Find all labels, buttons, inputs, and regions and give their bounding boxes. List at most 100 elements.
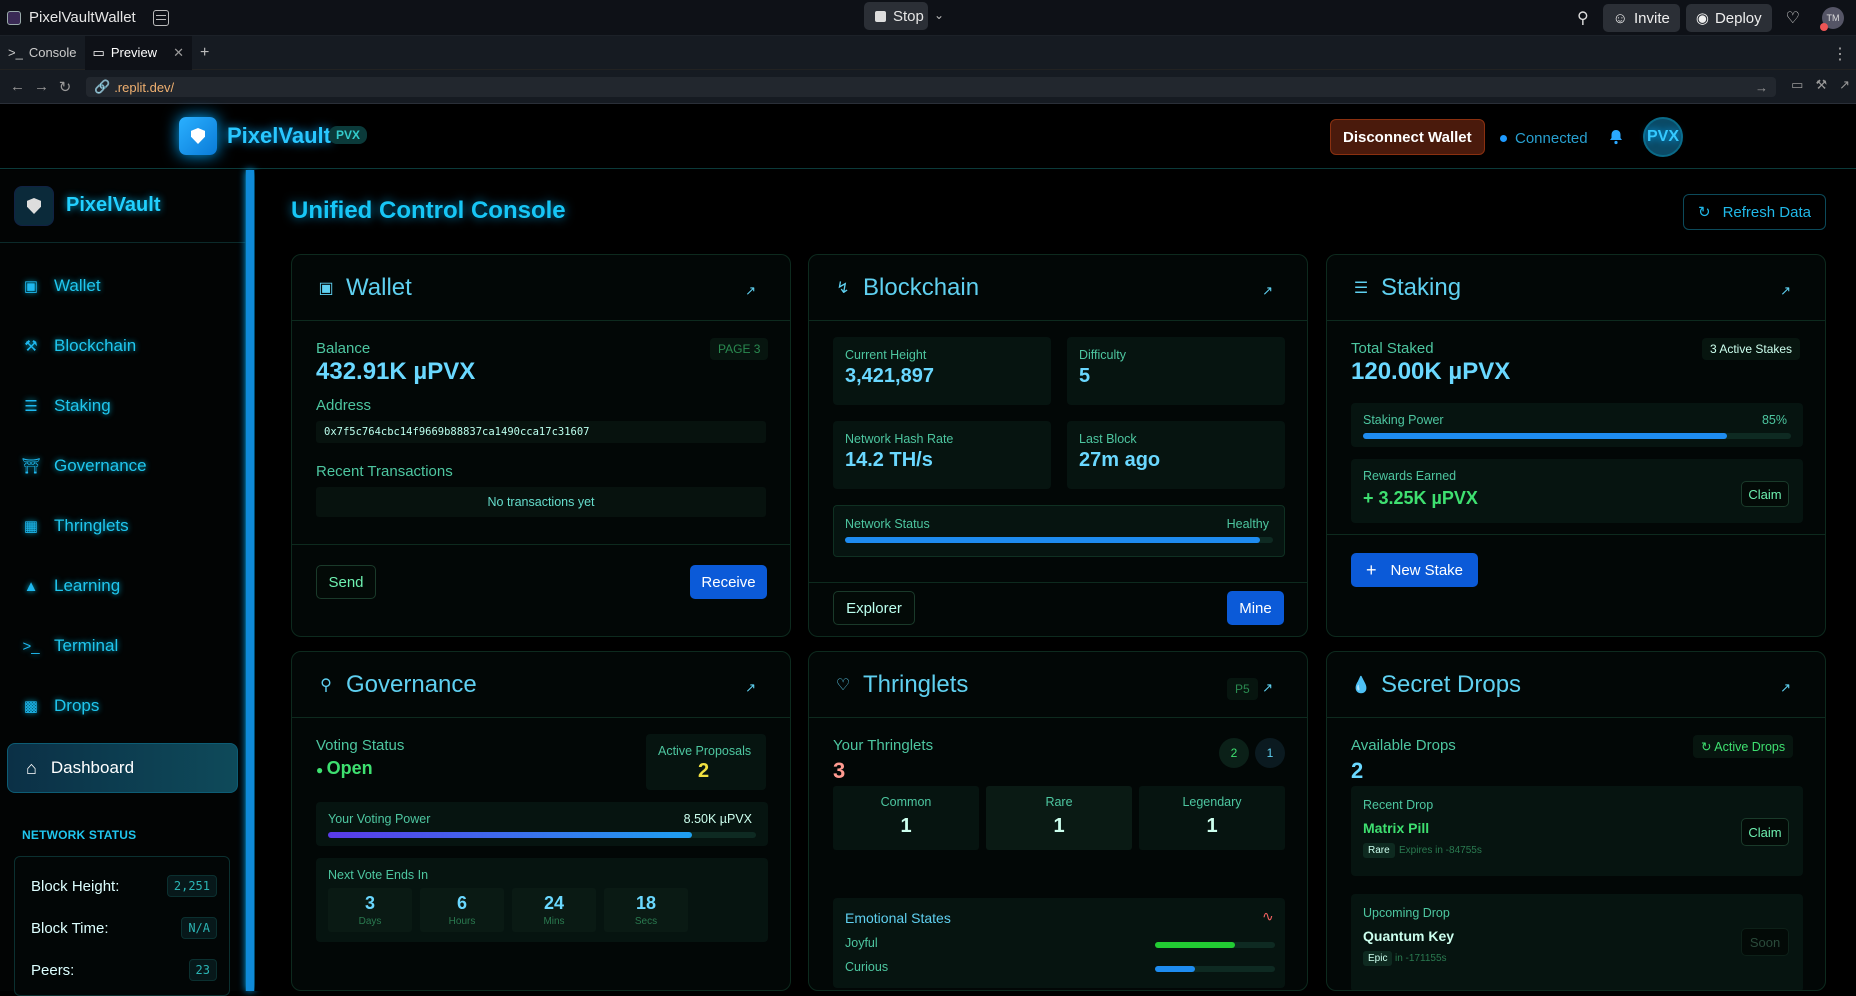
network-status-bar <box>845 537 1273 543</box>
balance-value: 432.91K µPVX <box>316 358 476 385</box>
sidebar-item-learning[interactable]: ▲ Learning <box>22 566 121 606</box>
more-vertical-icon[interactable]: ⋮ <box>1832 44 1848 64</box>
open-arrow-icon[interactable]: ↗ <box>1262 283 1273 299</box>
countdown-unit: Days <box>358 916 382 927</box>
height-label: Current Height <box>845 348 927 362</box>
ide-tabs: >_ Console ▭ Preview ✕ + ⋮ <box>0 35 1856 70</box>
new-stake-button[interactable]: + New Stake <box>1351 553 1478 587</box>
sidebar-item-label: Thringlets <box>54 516 129 535</box>
staking-power-label: Staking Power <box>1363 413 1444 427</box>
last-block-label: Last Block <box>1079 432 1137 446</box>
chevron-down-icon[interactable]: ⌄ <box>934 8 944 22</box>
wallet-icon: ▣ <box>23 278 39 295</box>
network-row: Block Time: N/A <box>31 917 217 939</box>
sidebar-item-governance[interactable]: ⛩ Governance <box>21 446 146 486</box>
external-link-icon[interactable]: ↗ <box>1839 77 1850 93</box>
wrench-icon[interactable]: ⚒ <box>1815 77 1827 93</box>
tab-console[interactable]: >_ Console <box>0 36 85 70</box>
stop-button[interactable]: Stop <box>864 2 928 30</box>
sidebar-scrollbar[interactable] <box>246 170 254 991</box>
divider <box>0 242 246 243</box>
activity-icon: ∿ <box>1262 908 1274 924</box>
refresh-icon: ↻ <box>1701 740 1715 754</box>
thringlets-tag: P5 <box>1227 678 1258 700</box>
app-icon <box>7 10 21 25</box>
open-arrow-icon[interactable]: ↗ <box>1780 680 1791 696</box>
tab-preview[interactable]: ▭ Preview ✕ <box>84 35 192 70</box>
sidebar-item-drops[interactable]: ▩ Drops <box>22 686 99 726</box>
last-block-value: 27m ago <box>1079 449 1161 471</box>
brand-logo[interactable] <box>179 117 217 155</box>
close-icon[interactable]: ✕ <box>173 45 184 61</box>
user-avatar[interactable]: TM <box>1820 7 1844 31</box>
droplets-icon: 💧 <box>1351 676 1371 694</box>
empty-state: No transactions yet <box>487 495 595 509</box>
rarity-value: 1 <box>1206 815 1218 837</box>
app-name[interactable]: PixelVaultWallet <box>29 9 136 26</box>
home-icon: ⌂ <box>26 757 37 778</box>
brand-name[interactable]: PixelVault <box>227 123 331 149</box>
notification-bell-icon[interactable]: ♡ <box>1778 8 1808 28</box>
document-icon[interactable] <box>152 9 169 26</box>
soon-button[interactable]: Soon <box>1741 928 1789 956</box>
bell-icon[interactable] <box>1608 129 1624 145</box>
user-plus-icon: ☺ <box>1612 9 1628 27</box>
refresh-icon: ↻ <box>1698 204 1711 221</box>
sidebar-item-label: Wallet <box>54 276 101 295</box>
active-proposals-value: 2 <box>698 760 710 782</box>
disconnect-wallet-button[interactable]: Disconnect Wallet <box>1330 119 1485 155</box>
go-icon[interactable]: → <box>1755 80 1768 95</box>
deploy-label: Deploy <box>1714 9 1762 27</box>
add-tab-icon[interactable]: + <box>200 44 209 62</box>
card-title: Wallet <box>346 273 412 301</box>
rarity-cell: Common 1 <box>833 786 979 850</box>
countdown-cell: 3 Days <box>328 888 412 932</box>
pvx-avatar[interactable]: PVX <box>1643 117 1683 157</box>
receive-button[interactable]: Receive <box>690 565 767 599</box>
explorer-button[interactable]: Explorer <box>833 591 915 625</box>
claim-rewards-button[interactable]: Claim <box>1741 481 1789 507</box>
reload-icon[interactable]: ↻ <box>58 78 72 96</box>
sidebar-item-staking[interactable]: ☰ Staking <box>22 386 110 426</box>
sidebar-logo[interactable] <box>14 186 54 226</box>
rewards-value: + 3.25K µPVX <box>1363 488 1478 508</box>
back-icon[interactable]: ← <box>10 78 25 95</box>
transactions-list: No transactions yet <box>316 487 766 517</box>
countdown-cell: 6 Hours <box>420 888 504 932</box>
open-arrow-icon[interactable]: ↗ <box>745 283 756 299</box>
claim-drop-button[interactable]: Claim <box>1741 818 1789 846</box>
sidebar-item-wallet[interactable]: ▣ Wallet <box>22 266 101 306</box>
rarity-label: Common <box>880 795 932 809</box>
thringlets-card: ♡ Thringlets P5 ↗ Your Thringlets 3 2 1 C… <box>808 651 1308 991</box>
tab-label: Preview <box>110 45 158 60</box>
send-button[interactable]: Send <box>316 565 376 599</box>
countdown-value: 6 <box>456 893 467 913</box>
address-field[interactable]: 0x7f5c764cbc14f9669b88837ca1490cca17c316… <box>316 421 766 443</box>
open-arrow-icon[interactable]: ↗ <box>1262 680 1273 696</box>
sidebar-item-thringlets[interactable]: ▦ Thringlets <box>22 506 129 546</box>
staking-power-bar <box>1363 433 1791 439</box>
mine-button[interactable]: Mine <box>1227 591 1284 625</box>
voting-status-label: Voting Status <box>316 737 405 754</box>
forward-icon[interactable]: → <box>34 78 49 95</box>
voting-status: ● Open <box>316 758 373 778</box>
sidebar-item-terminal[interactable]: >_ Terminal <box>22 626 118 666</box>
active-drops-tag: ↻ Active Drops <box>1693 735 1794 758</box>
sidebar-item-dashboard[interactable]: ⌂ Dashboard <box>7 743 238 793</box>
device-icon[interactable]: ▭ <box>1791 77 1803 93</box>
bank-icon: ⛩ <box>21 458 41 475</box>
open-arrow-icon[interactable]: ↗ <box>1780 283 1791 299</box>
difficulty-label: Difficulty <box>1079 348 1127 362</box>
invite-button[interactable]: ☺ Invite <box>1602 4 1680 32</box>
terminal-icon: >_ <box>22 637 40 655</box>
open-arrow-icon[interactable]: ↗ <box>745 680 756 696</box>
sidebar-item-blockchain[interactable]: ⚒ Blockchain <box>22 326 136 366</box>
refresh-data-button[interactable]: ↻ Refresh Data <box>1683 194 1826 230</box>
deploy-button[interactable]: ◉ Deploy <box>1685 4 1772 32</box>
sidebar-brand[interactable]: PixelVault <box>66 194 161 217</box>
deploy-icon: ◉ <box>1695 10 1709 27</box>
network-label: Block Height: <box>31 877 120 895</box>
invite-label: Invite <box>1634 9 1670 27</box>
search-icon[interactable]: ⚲ <box>1569 8 1597 28</box>
url-input[interactable]: 🔗 .replit.dev/ → <box>86 77 1776 97</box>
